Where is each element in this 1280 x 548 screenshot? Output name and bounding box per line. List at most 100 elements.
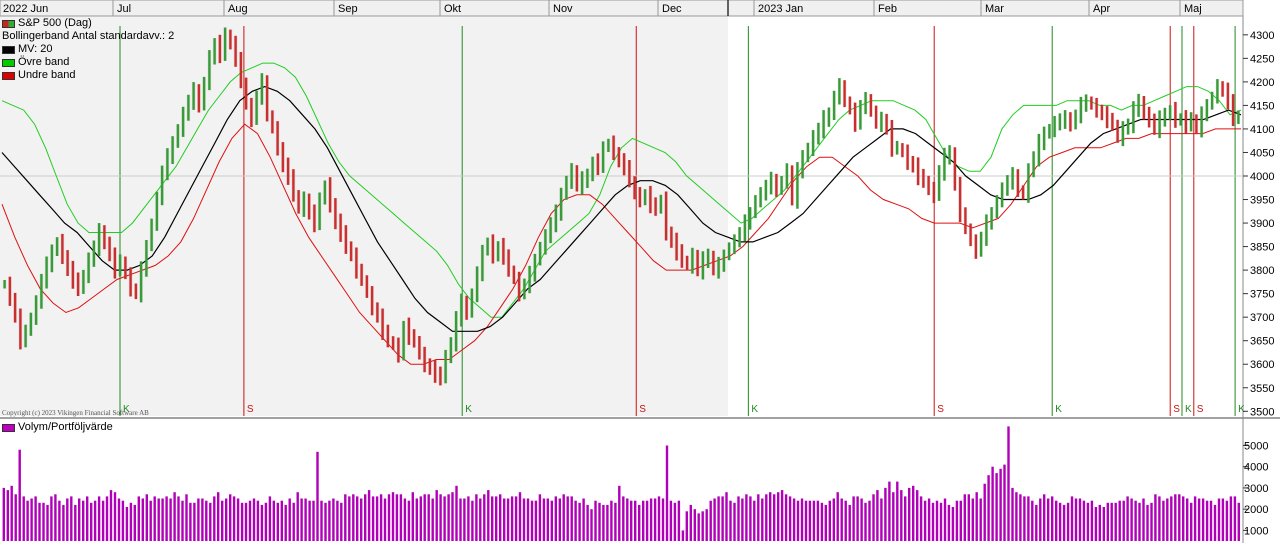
volume-bar — [169, 498, 172, 541]
volume-bar — [97, 496, 101, 541]
volume-bar — [367, 490, 371, 541]
volume-bar — [538, 494, 542, 541]
volume-bar — [90, 502, 93, 541]
month-label: Feb — [878, 3, 897, 15]
volume-bar — [324, 502, 327, 541]
volume-bar — [792, 498, 796, 541]
month-label: Nov — [553, 3, 573, 15]
volume-bar — [54, 494, 57, 541]
month-label: Aug — [228, 3, 248, 15]
volume-bar — [912, 485, 915, 541]
volume-bar — [360, 498, 363, 541]
month-label: 2023 Jan — [758, 3, 803, 15]
volume-bar — [78, 498, 81, 541]
volume-bar — [141, 498, 144, 541]
volume-bar — [872, 494, 875, 541]
signal-label: S — [639, 404, 646, 415]
month-label: Jul — [117, 3, 131, 15]
volume-bar — [983, 483, 986, 541]
price-tick-label: 4200 — [1250, 77, 1274, 89]
volume-bar — [256, 500, 260, 541]
volume-bar — [316, 451, 319, 541]
volume-bar — [431, 498, 434, 541]
volume-bar — [495, 496, 498, 541]
signal-label: K — [1055, 404, 1062, 415]
volume-bar — [248, 500, 252, 541]
volume-bar — [570, 496, 573, 541]
volume-bar — [467, 496, 470, 541]
month-label: Apr — [1093, 3, 1110, 15]
volume-bar — [375, 496, 379, 541]
volume-bar — [844, 500, 847, 541]
volume-bar — [22, 496, 25, 541]
volume-bar — [1011, 487, 1014, 541]
volume-bar — [610, 500, 613, 541]
volume-bar — [725, 492, 728, 541]
volume-bar — [1003, 464, 1006, 541]
volume-bar — [348, 496, 351, 541]
volume-bar — [387, 494, 391, 541]
volume-bar — [296, 492, 299, 541]
volume-bar — [729, 500, 732, 541]
volume-bar — [1126, 496, 1129, 541]
legend-label: S&P 500 (Dag) — [18, 17, 92, 29]
volume-bar — [900, 490, 903, 541]
legend-label: Bollingerband Antal standardavv.: 2 — [2, 30, 175, 42]
volume-bar — [236, 498, 240, 541]
volume-bar — [916, 490, 919, 541]
volume-bar — [93, 500, 97, 541]
price-tick-label: 4100 — [1250, 124, 1274, 136]
signal-label: S — [1197, 404, 1204, 415]
volume-bar — [50, 496, 53, 541]
volume-bar — [113, 492, 117, 541]
volume-bar — [1158, 496, 1161, 541]
signal-label: S — [1173, 404, 1180, 415]
volume-bar — [443, 496, 446, 541]
volume-bar — [653, 498, 657, 541]
volume-bar — [1078, 498, 1082, 541]
volume-bar — [197, 498, 200, 541]
volume-tick-label: 2000 — [1244, 504, 1268, 516]
volume-bar — [284, 504, 287, 541]
volume-bar — [232, 496, 236, 541]
volume-bar — [530, 500, 534, 541]
volume-bar — [848, 504, 851, 541]
volume-bar — [332, 498, 335, 541]
volume-bar — [590, 509, 593, 541]
volume-bar — [828, 500, 831, 541]
volume-bar — [1134, 500, 1137, 541]
volume-bar — [626, 498, 629, 541]
volume-bar — [356, 496, 359, 541]
volume-bar — [892, 492, 895, 541]
price-tick-label: 3650 — [1250, 336, 1274, 348]
volume-bar — [1074, 498, 1078, 541]
volume-bar — [705, 509, 708, 541]
volume-bar — [105, 496, 109, 541]
volume-bar — [510, 496, 514, 541]
volume-bar — [379, 494, 383, 541]
volume-bar — [955, 500, 959, 541]
volume-bar — [292, 502, 295, 541]
volume-bar — [260, 504, 264, 541]
volume-bar — [1201, 498, 1205, 541]
volume-bar — [959, 500, 962, 541]
volume-bar — [880, 498, 883, 541]
volume-bar — [479, 498, 482, 541]
price-tick-label: 4050 — [1250, 147, 1274, 159]
volume-bar — [1039, 498, 1042, 541]
volume-bar — [201, 498, 204, 541]
volume-bar — [808, 500, 812, 541]
volume-bar — [514, 496, 518, 541]
volume-bar — [804, 500, 808, 541]
volume-bar — [145, 494, 148, 541]
legend-swatch — [2, 19, 15, 28]
volume-bar — [634, 500, 637, 541]
volume-bar — [773, 494, 776, 541]
volume-bar — [1174, 494, 1177, 541]
signal-label: S — [937, 404, 944, 415]
volume-bar — [518, 492, 522, 541]
legend-entry: Övre band — [2, 56, 174, 69]
volume-bar — [86, 496, 89, 541]
volume-bar — [66, 498, 69, 541]
volume-tick-label: 1000 — [1244, 525, 1268, 537]
